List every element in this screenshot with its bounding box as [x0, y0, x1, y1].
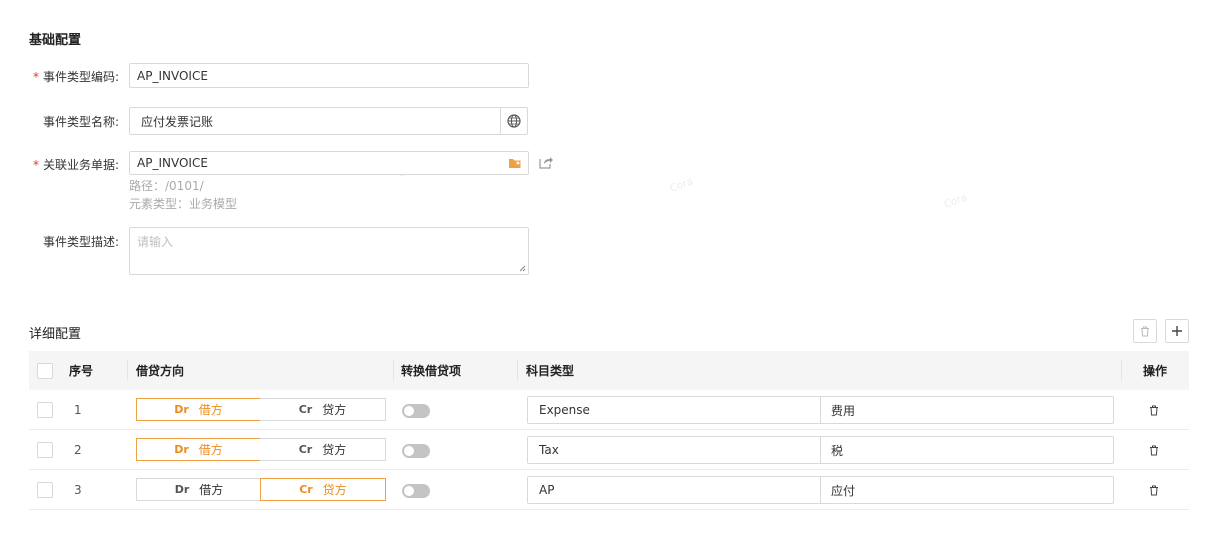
account-name: 税: [831, 443, 844, 458]
event-code-input[interactable]: AP_INVOICE: [129, 63, 529, 88]
add-row-button[interactable]: [1165, 319, 1189, 343]
table-row: 2 Dr 借方 Cr 贷方 Tax 税: [29, 430, 1189, 470]
event-desc-textarea[interactable]: 请输入: [129, 227, 529, 275]
basic-section-title: 基础配置: [29, 33, 82, 48]
globe-icon[interactable]: [500, 108, 527, 134]
credit-option[interactable]: Cr 贷方: [260, 398, 386, 421]
code-field-row: * 事件类型编码:: [0, 63, 124, 89]
delete-rows-button[interactable]: [1133, 319, 1157, 343]
event-name-input[interactable]: 应付发票记账: [129, 107, 528, 135]
name-field-row: 事件类型名称:: [0, 108, 124, 134]
col-account: 科目类型: [526, 364, 575, 378]
row-delete-button[interactable]: [1149, 390, 1159, 430]
row-delete-button[interactable]: [1149, 430, 1159, 470]
table-row: 3 Dr 借方 Cr 贷方 AP 应付: [29, 470, 1189, 510]
table-header: 序号 借贷方向 转换借贷项 科目类型 操作: [29, 351, 1189, 390]
row-seq: 2: [74, 443, 82, 457]
col-action: 操作: [1143, 364, 1168, 378]
bizdoc-field-row: * 关联业务单据:: [0, 151, 124, 177]
account-code: Expense: [528, 397, 821, 423]
required-mark: *: [32, 157, 39, 172]
account-type-field[interactable]: Tax 税: [527, 436, 1114, 464]
convert-toggle[interactable]: [402, 404, 430, 418]
trash-icon: [1150, 405, 1158, 415]
watermark: Cora: [668, 176, 695, 195]
debit-option[interactable]: Dr 借方: [136, 398, 261, 421]
bizdoc-path-hint: 路径：/0101/: [129, 179, 204, 193]
detail-section-title: 详细配置: [29, 327, 82, 342]
detail-table: 序号 借贷方向 转换借贷项 科目类型 操作 1 Dr 借方 Cr 贷方 Expens…: [29, 351, 1189, 510]
table-row: 1 Dr 借方 Cr 贷方 Expense 费用: [29, 390, 1189, 430]
trash-icon: [1150, 485, 1158, 495]
required-mark: *: [32, 69, 39, 84]
bizdoc-type-hint: 元素类型：业务模型: [129, 197, 238, 211]
event-code-value: AP_INVOICE: [137, 68, 208, 83]
trash-icon: [1150, 445, 1158, 455]
debit-option[interactable]: Dr 借方: [136, 478, 261, 501]
bizdoc-value: AP_INVOICE: [137, 156, 208, 170]
row-seq: 3: [74, 483, 82, 497]
share-icon[interactable]: [539, 156, 553, 172]
account-code: AP: [528, 477, 821, 503]
event-name-value: 应付发票记账: [141, 114, 214, 129]
account-name: 应付: [831, 483, 856, 498]
row-checkbox[interactable]: [37, 442, 53, 458]
name-field-label: 事件类型名称:: [42, 114, 119, 129]
trash-icon: [1141, 326, 1149, 336]
credit-option[interactable]: Cr 贷方: [260, 478, 386, 501]
account-code: Tax: [528, 437, 821, 463]
account-type-field[interactable]: AP 应付: [527, 476, 1114, 504]
account-name: 费用: [831, 403, 856, 418]
select-all-checkbox[interactable]: [37, 362, 53, 379]
code-field-label: 事件类型编码:: [42, 69, 119, 84]
bizdoc-input[interactable]: AP_INVOICE: [129, 151, 529, 175]
plus-icon: [1172, 326, 1182, 336]
debit-option[interactable]: Dr 借方: [136, 438, 261, 461]
col-direction: 借贷方向: [136, 364, 185, 378]
col-seq: 序号: [69, 364, 94, 378]
row-checkbox[interactable]: [37, 402, 53, 418]
resize-handle-icon[interactable]: [519, 265, 526, 272]
desc-placeholder: 请输入: [137, 235, 174, 249]
desc-field-row: 事件类型描述:: [0, 228, 124, 254]
row-delete-button[interactable]: [1149, 470, 1159, 510]
folder-icon[interactable]: [501, 152, 528, 174]
watermark: Cora: [942, 192, 969, 211]
bizdoc-field-label: 关联业务单据:: [42, 157, 119, 172]
desc-field-label: 事件类型描述:: [42, 234, 119, 249]
row-checkbox[interactable]: [37, 482, 53, 498]
row-seq: 1: [74, 403, 82, 417]
credit-option[interactable]: Cr 贷方: [260, 438, 386, 461]
col-convert: 转换借贷项: [401, 364, 462, 378]
convert-toggle[interactable]: [402, 484, 430, 498]
account-type-field[interactable]: Expense 费用: [527, 396, 1114, 424]
convert-toggle[interactable]: [402, 444, 430, 458]
